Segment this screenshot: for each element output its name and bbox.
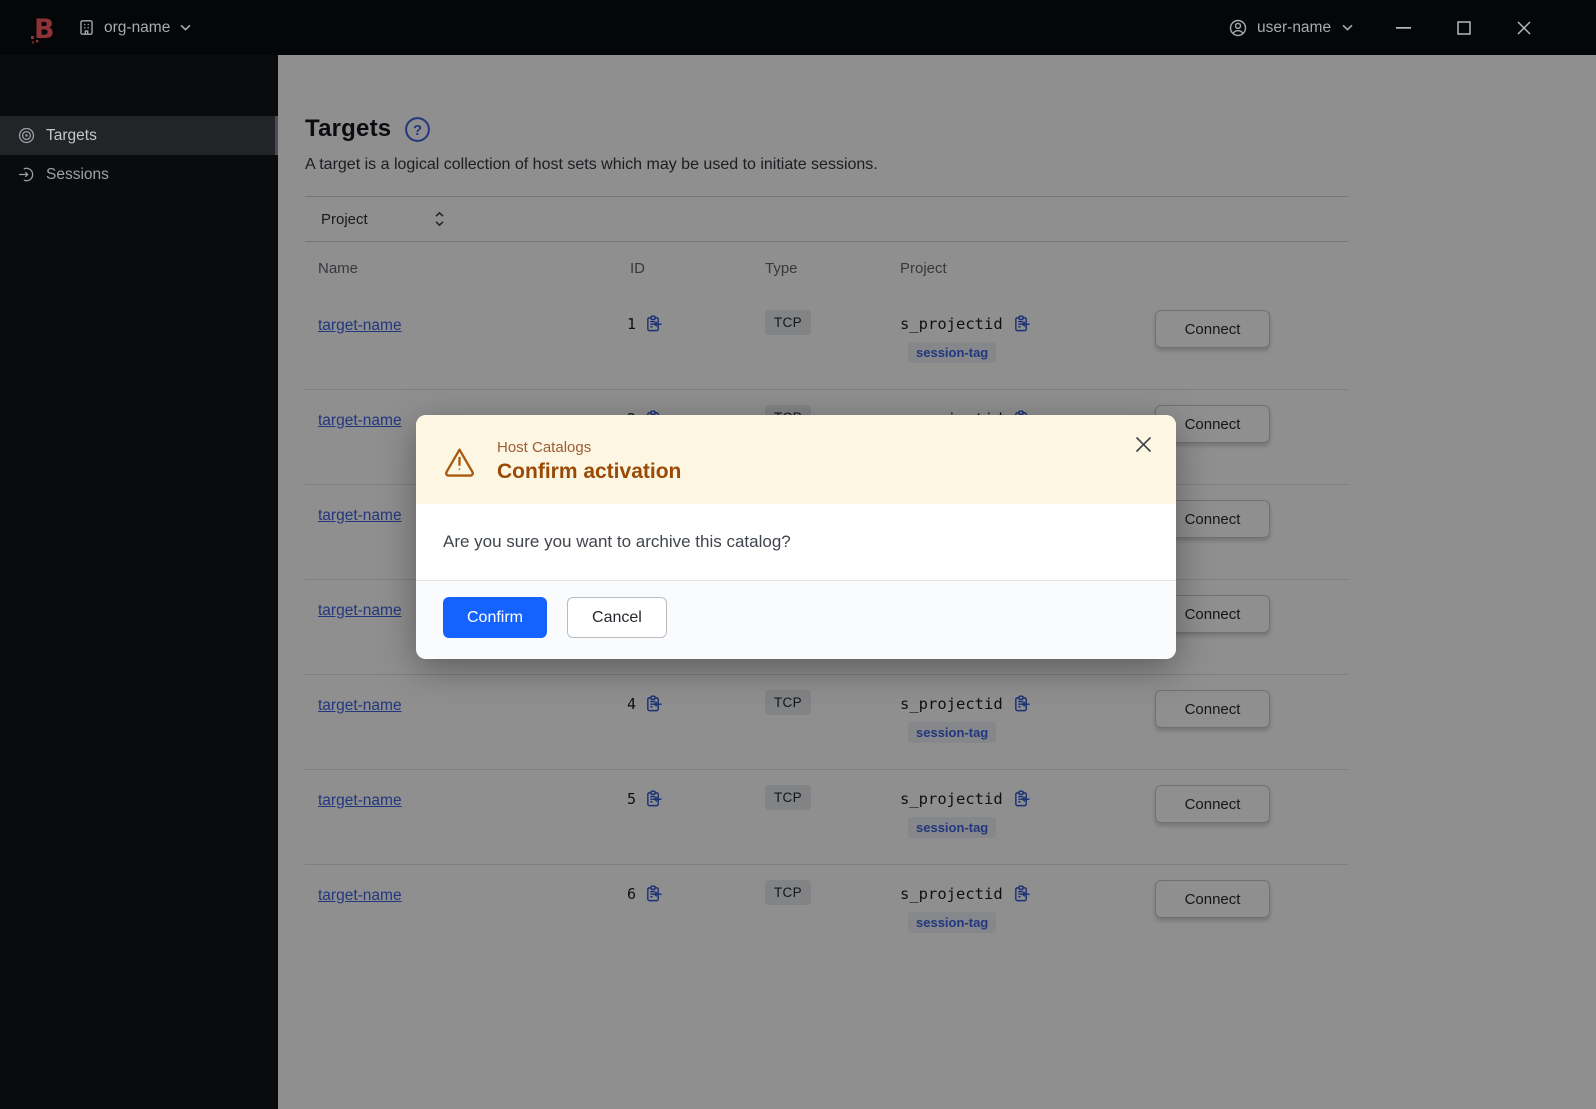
title-bar: B org-name user-name [0,0,1596,55]
sidebar: Targets Sessions [0,55,278,1109]
close-window-button[interactable] [1504,0,1544,55]
dialog-footer: Confirm Cancel [416,580,1176,659]
confirm-dialog: Host Catalogs Confirm activation Are you… [416,415,1176,659]
session-login-icon [18,166,35,183]
user-menu[interactable]: user-name [1228,0,1353,55]
user-name: user-name [1257,18,1332,36]
dialog-body-text: Are you sure you want to archive this ca… [443,532,791,551]
user-avatar-icon [1228,18,1248,38]
target-icon [18,127,35,144]
org-name: org-name [104,18,171,36]
dialog-close-button[interactable] [1130,431,1156,457]
org-switcher[interactable]: org-name [77,0,191,55]
boundary-logo-icon: B [28,11,62,45]
app-window: B org-name user-name Targets Sessions Ta… [0,0,1596,1109]
sidebar-item-sessions[interactable]: Sessions [0,155,278,194]
sidebar-item-label: Sessions [46,165,109,183]
org-icon [77,18,96,37]
warning-icon [443,445,476,478]
sidebar-item-targets[interactable]: Targets [0,116,278,155]
cancel-button[interactable]: Cancel [567,597,667,638]
sidebar-item-label: Targets [46,126,97,144]
dialog-header: Host Catalogs Confirm activation [416,415,1176,504]
chevron-down-icon [1342,24,1353,31]
dialog-title: Confirm activation [497,460,682,483]
confirm-button[interactable]: Confirm [443,597,548,638]
maximize-button[interactable] [1444,0,1484,55]
chevron-down-icon [180,24,191,31]
minimize-button[interactable] [1383,0,1423,55]
dialog-context-label: Host Catalogs [497,439,592,456]
